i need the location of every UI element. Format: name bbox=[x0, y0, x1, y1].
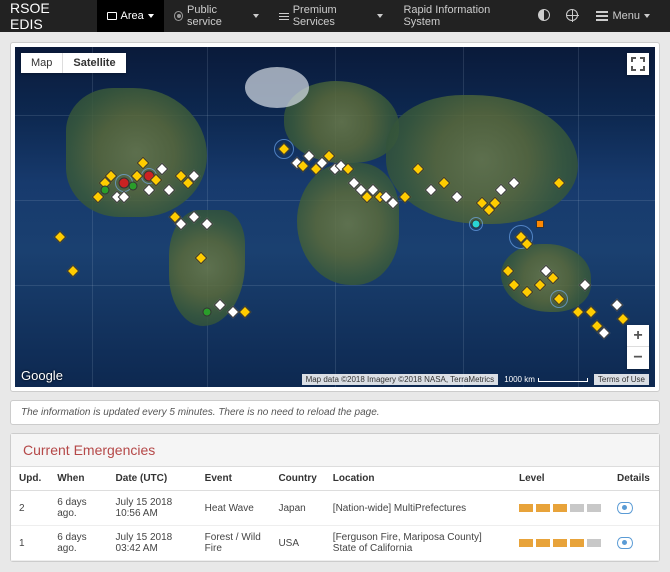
cell-details bbox=[609, 491, 659, 526]
cell-upd: 1 bbox=[11, 526, 49, 561]
scale-bar bbox=[538, 378, 588, 382]
brand: RSOE EDIS bbox=[10, 0, 81, 32]
nav-public-service[interactable]: Public service bbox=[164, 0, 269, 32]
map-icon bbox=[107, 12, 117, 20]
event-marker[interactable] bbox=[585, 306, 598, 319]
view-details-icon[interactable] bbox=[617, 537, 631, 547]
table-row: 16 days ago.July 15 2018 03:42 AMForest … bbox=[11, 526, 659, 561]
emergencies-panel: Current Emergencies Upd.WhenDate (UTC)Ev… bbox=[10, 433, 660, 562]
event-marker[interactable] bbox=[617, 313, 630, 326]
col-event[interactable]: Event bbox=[197, 467, 271, 491]
zoom-out-button[interactable]: − bbox=[627, 347, 649, 369]
cell-date: July 15 2018 10:56 AM bbox=[108, 491, 197, 526]
cell-level bbox=[511, 491, 609, 526]
globe-icon bbox=[566, 9, 578, 21]
event-marker[interactable] bbox=[203, 308, 212, 317]
map-type-satellite[interactable]: Satellite bbox=[63, 53, 125, 73]
cell-country: Japan bbox=[270, 491, 324, 526]
col-when[interactable]: When bbox=[49, 467, 107, 491]
zoom-in-button[interactable]: + bbox=[627, 325, 649, 347]
event-marker[interactable] bbox=[610, 299, 623, 312]
menu-button[interactable]: Menu bbox=[586, 0, 660, 32]
world-map[interactable]: Map Satellite + − Google Map data ©2018 … bbox=[15, 47, 655, 387]
nav-premium-services[interactable]: Premium Services bbox=[269, 0, 394, 32]
zoom-control: + − bbox=[627, 325, 649, 369]
eye-icon bbox=[174, 11, 183, 21]
emergencies-table: Upd.WhenDate (UTC)EventCountryLocationLe… bbox=[11, 467, 659, 561]
view-details-icon[interactable] bbox=[617, 502, 631, 512]
event-marker[interactable] bbox=[239, 306, 252, 319]
event-marker[interactable] bbox=[118, 178, 129, 189]
cell-event: Heat Wave bbox=[197, 491, 271, 526]
event-marker[interactable] bbox=[100, 185, 109, 194]
fullscreen-button[interactable] bbox=[627, 53, 649, 75]
cell-when: 6 days ago. bbox=[49, 526, 107, 561]
cell-location: [Ferguson Fire, Mariposa County] State o… bbox=[325, 526, 511, 561]
col-date-utc-[interactable]: Date (UTC) bbox=[108, 467, 197, 491]
col-location[interactable]: Location bbox=[325, 467, 511, 491]
menu-icon bbox=[596, 9, 608, 23]
cell-details bbox=[609, 526, 659, 561]
cell-level bbox=[511, 526, 609, 561]
emergencies-heading: Current Emergencies bbox=[11, 434, 659, 467]
nav-area[interactable]: Area bbox=[97, 0, 164, 32]
cell-country: USA bbox=[270, 526, 324, 561]
cell-upd: 2 bbox=[11, 491, 49, 526]
map-attribution: Map data ©2018 Imagery ©2018 NASA, Terra… bbox=[302, 374, 649, 385]
fullscreen-icon bbox=[631, 57, 645, 71]
cell-when: 6 days ago. bbox=[49, 491, 107, 526]
event-marker[interactable] bbox=[471, 219, 480, 228]
col-level[interactable]: Level bbox=[511, 467, 609, 491]
col-upd-[interactable]: Upd. bbox=[11, 467, 49, 491]
cell-date: July 15 2018 03:42 AM bbox=[108, 526, 197, 561]
event-marker[interactable] bbox=[53, 231, 66, 244]
cell-event: Forest / Wild Fire bbox=[197, 526, 271, 561]
event-marker[interactable] bbox=[66, 265, 79, 278]
map-panel: Map Satellite + − Google Map data ©2018 … bbox=[10, 42, 660, 392]
map-copyright: Map data ©2018 Imagery ©2018 NASA, Terra… bbox=[302, 374, 499, 385]
contrast-button[interactable] bbox=[530, 9, 558, 24]
map-type-control: Map Satellite bbox=[21, 53, 126, 73]
list-icon bbox=[279, 11, 289, 22]
terms-link[interactable]: Terms of Use bbox=[594, 374, 649, 385]
col-details[interactable]: Details bbox=[609, 467, 659, 491]
table-row: 26 days ago.July 15 2018 10:56 AMHeat Wa… bbox=[11, 491, 659, 526]
nav-rapid-info[interactable]: Rapid Information System bbox=[393, 0, 530, 32]
adjust-icon bbox=[538, 9, 550, 21]
event-marker[interactable] bbox=[536, 220, 544, 228]
language-button[interactable] bbox=[558, 9, 586, 24]
navbar: RSOE EDIS Area Public service Premium Se… bbox=[0, 0, 670, 32]
map-provider-logo: Google bbox=[21, 368, 63, 383]
col-country[interactable]: Country bbox=[270, 467, 324, 491]
map-type-map[interactable]: Map bbox=[21, 53, 63, 73]
cell-location: [Nation-wide] MultiPrefectures bbox=[325, 491, 511, 526]
event-marker[interactable] bbox=[129, 182, 138, 191]
update-notice: The information is updated every 5 minut… bbox=[10, 400, 660, 425]
